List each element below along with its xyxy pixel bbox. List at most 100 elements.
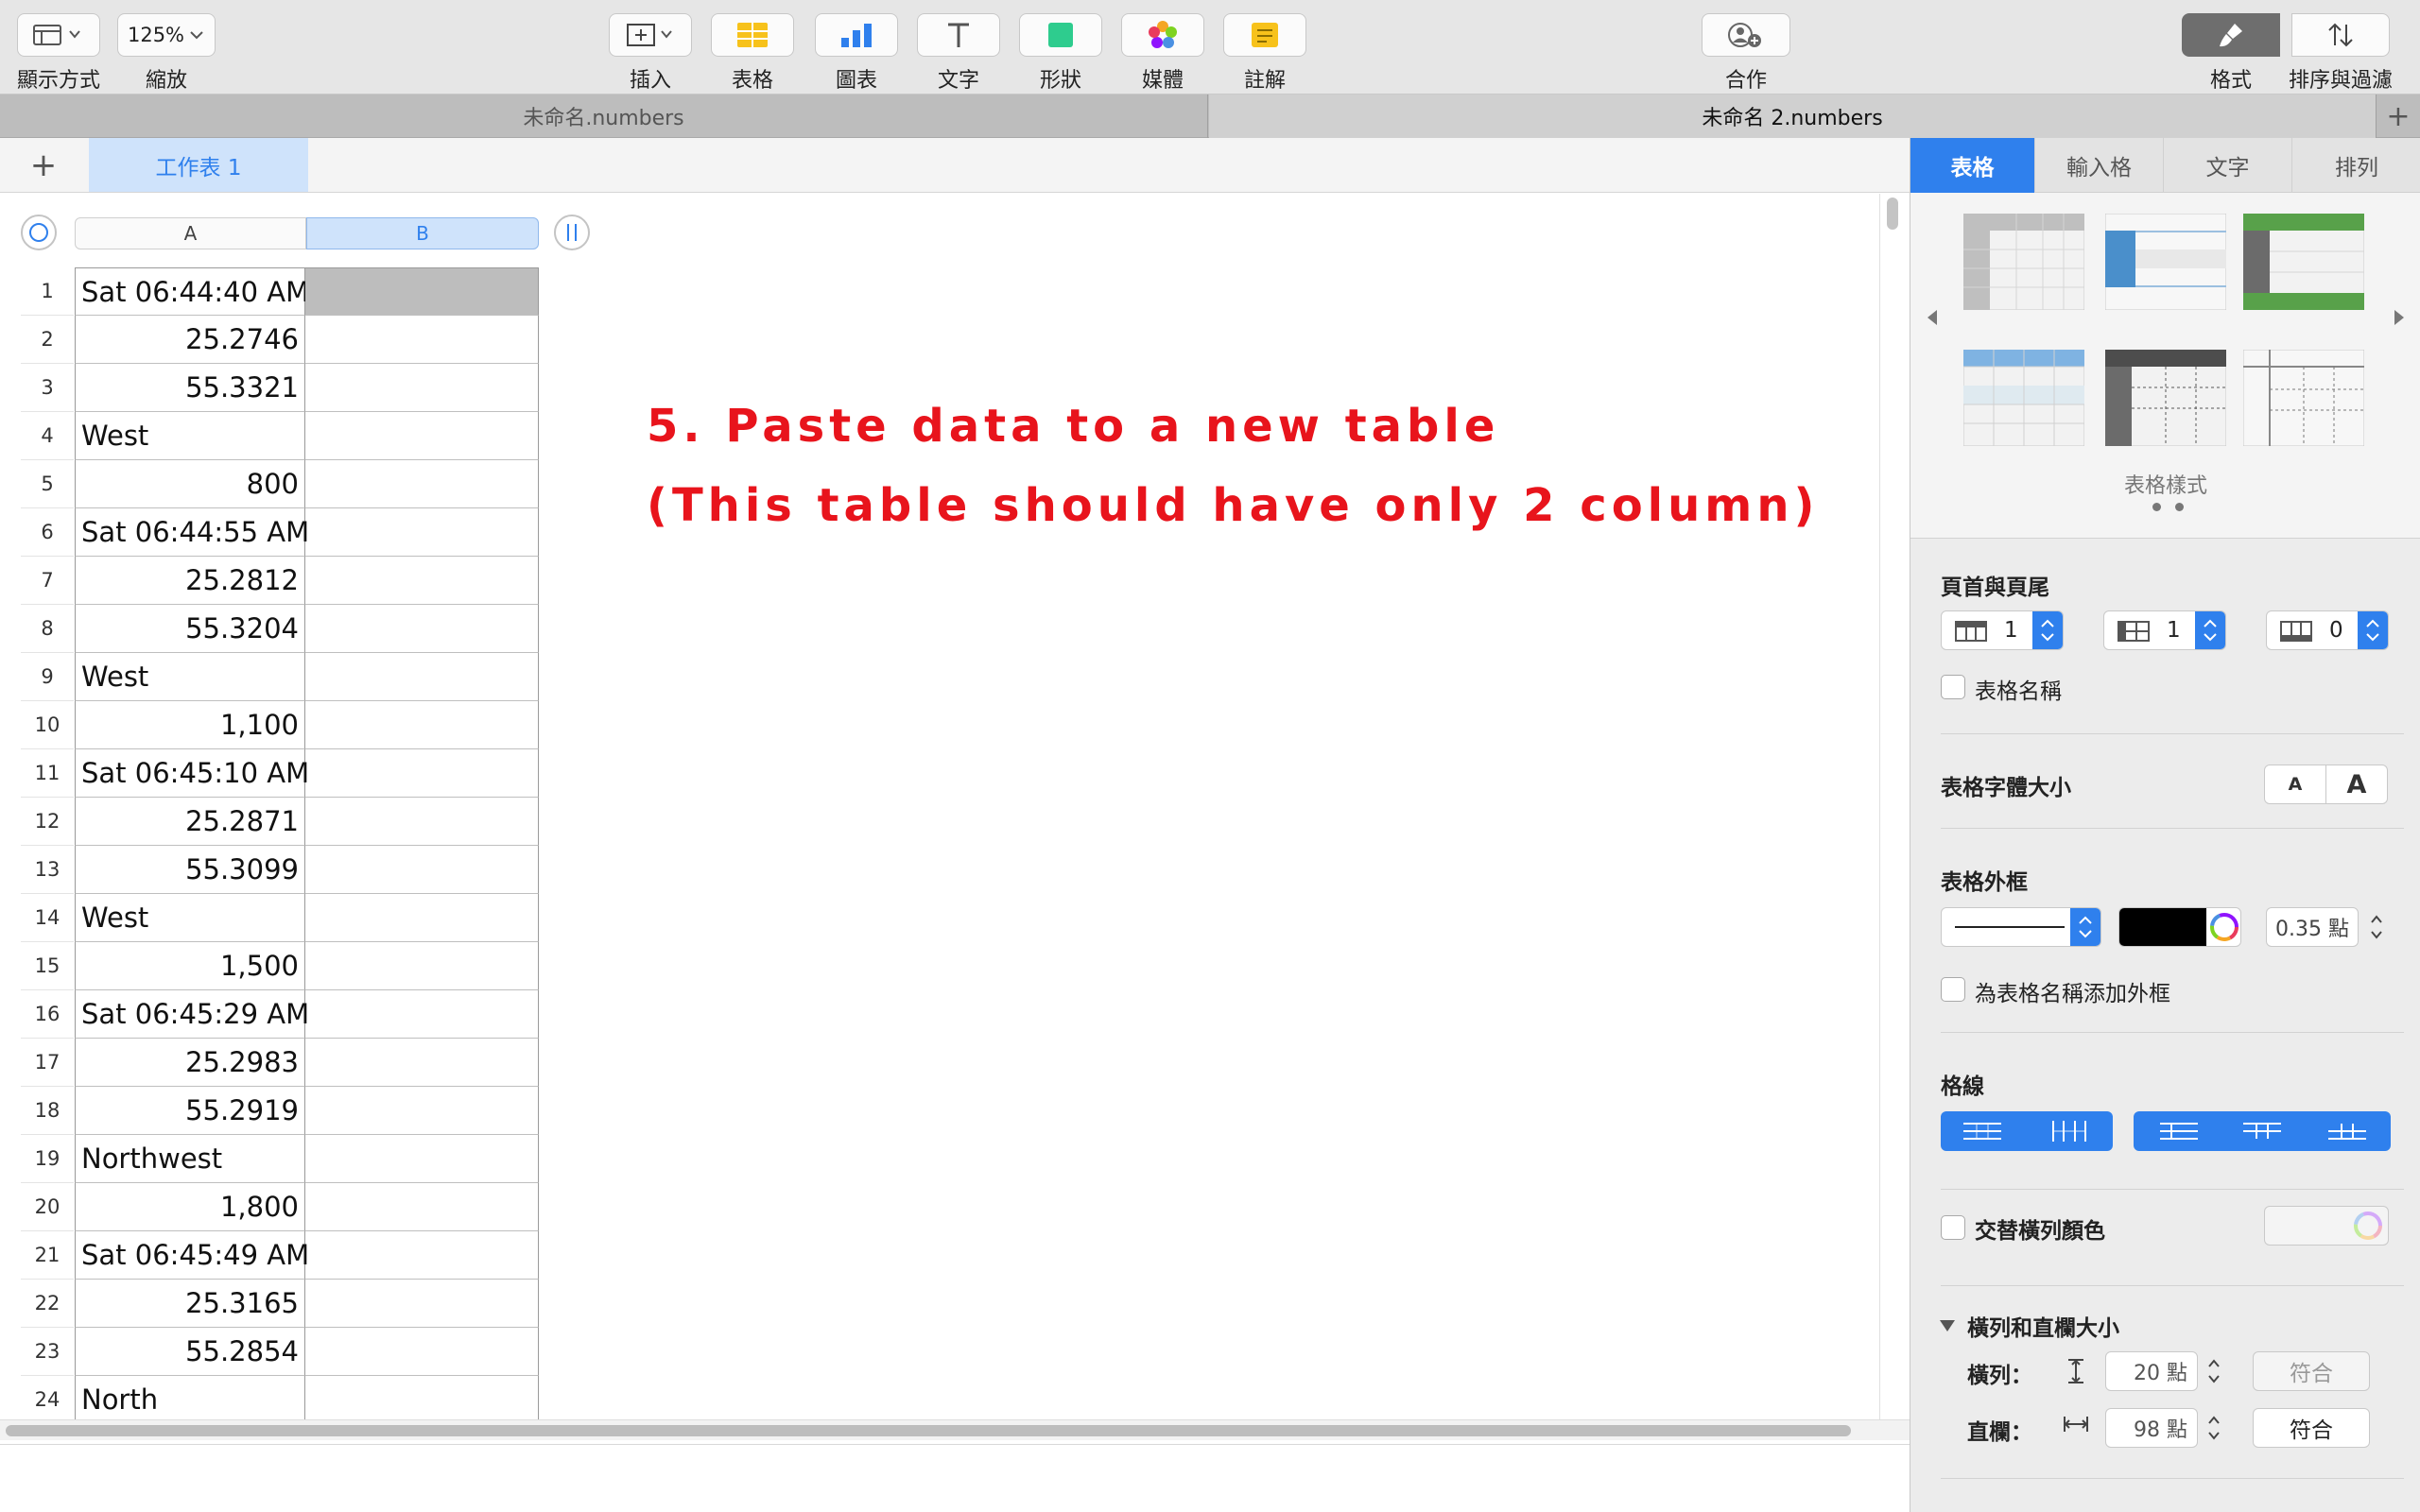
fit-row-button[interactable]: 符合 (2253, 1351, 2370, 1391)
cell-a[interactable]: 55.2854 (75, 1328, 305, 1376)
row-number[interactable]: 11 (21, 749, 74, 798)
cell-b[interactable] (305, 798, 539, 846)
table-style-3-icon[interactable] (2243, 214, 2364, 310)
row-number[interactable]: 22 (21, 1280, 74, 1328)
vertical-scrollbar[interactable] (1887, 198, 1898, 230)
row-number[interactable]: 3 (21, 364, 74, 412)
cell-a[interactable]: Sat 06:45:29 AM (75, 990, 309, 1039)
larger-font-button[interactable]: A (2325, 765, 2388, 804)
row-number[interactable]: 12 (21, 798, 74, 846)
outline-name-checkbox[interactable] (1941, 977, 1965, 1002)
cell-a[interactable]: 25.2812 (75, 557, 305, 605)
column-width-stepper-icon[interactable] (2204, 1408, 2224, 1448)
row-number[interactable]: 19 (21, 1135, 74, 1183)
cell-a[interactable]: Sat 06:45:10 AM (75, 749, 309, 798)
cell-b[interactable] (305, 1280, 539, 1328)
row-height-field[interactable]: 20 點 (2105, 1351, 2198, 1391)
cell-b[interactable] (305, 557, 539, 605)
footer-rows-stepper[interactable]: 0 (2266, 610, 2389, 650)
column-header-a[interactable]: A (75, 217, 306, 249)
cell-a[interactable]: 55.3099 (75, 846, 305, 894)
chart-control[interactable]: 圖表 (815, 13, 898, 94)
header-column-gridlines-icon[interactable] (2243, 1121, 2281, 1142)
alternate-color-well[interactable] (2264, 1206, 2389, 1246)
cell-a[interactable]: West (75, 894, 305, 942)
cell-a[interactable]: Sat 06:44:55 AM (75, 508, 309, 557)
cell-b[interactable] (305, 460, 539, 508)
chart-button[interactable] (815, 13, 898, 57)
cell-b[interactable] (305, 894, 539, 942)
row-number[interactable]: 18 (21, 1087, 74, 1135)
horizontal-scrollbar[interactable] (6, 1425, 1851, 1436)
color-wheel-icon[interactable] (2210, 913, 2238, 941)
column-width-field[interactable]: 98 點 (2105, 1408, 2198, 1448)
table-style-5-icon[interactable] (2105, 350, 2226, 446)
cell-a[interactable]: 25.2746 (75, 316, 305, 364)
add-column-handle-icon[interactable] (552, 213, 592, 252)
zoom-select[interactable]: 125% (117, 13, 216, 57)
table-style-2-icon[interactable] (2105, 214, 2226, 310)
alternate-rows-checkbox[interactable] (1941, 1215, 1965, 1240)
chevron-left-icon[interactable] (1924, 306, 1939, 329)
row-number[interactable]: 5 (21, 460, 74, 508)
insert-control[interactable]: 插入 (609, 13, 692, 94)
cell-b[interactable] (305, 942, 539, 990)
cell-a[interactable]: 1,100 (75, 701, 305, 749)
cell-a[interactable]: North (75, 1376, 305, 1424)
inspector-tab-arrange[interactable]: 排列 (2292, 138, 2420, 193)
row-number[interactable]: 16 (21, 990, 74, 1039)
cell-a[interactable]: West (75, 653, 305, 701)
insert-button[interactable] (609, 13, 692, 57)
header-rows-stepper[interactable]: 1 (1941, 610, 2064, 650)
row-number[interactable]: 2 (21, 316, 74, 364)
cell-a[interactable]: 25.2871 (75, 798, 305, 846)
row-number[interactable]: 7 (21, 557, 74, 605)
table-style-6-icon[interactable] (2243, 350, 2364, 446)
vertical-gridlines-icon[interactable] (2050, 1121, 2088, 1142)
table-name-checkbox[interactable] (1941, 675, 1965, 699)
table-button[interactable] (711, 13, 794, 57)
outline-width-stepper-icon[interactable] (2366, 907, 2387, 947)
fit-column-button[interactable]: 符合 (2253, 1408, 2370, 1448)
table-control[interactable]: 表格 (711, 13, 794, 94)
inspector-tab-cell[interactable]: 輸入格 (2035, 138, 2164, 193)
cell-a[interactable]: 1,500 (75, 942, 305, 990)
header-rows-arrows[interactable] (2032, 611, 2063, 649)
select-all-table-icon[interactable] (19, 213, 59, 252)
page-dot-2[interactable] (2175, 503, 2184, 511)
cell-b[interactable] (305, 1328, 539, 1376)
shape-button[interactable] (1019, 13, 1102, 57)
row-number[interactable]: 6 (21, 508, 74, 557)
cell-a[interactable]: 25.2983 (75, 1039, 305, 1087)
row-number[interactable]: 9 (21, 653, 74, 701)
cell-a[interactable]: Northwest (75, 1135, 305, 1183)
zoom-control[interactable]: 125% 縮放 (117, 13, 216, 94)
row-number[interactable]: 24 (21, 1376, 74, 1424)
cell-a[interactable]: Sat 06:44:40 AM (75, 267, 309, 316)
format-button[interactable] (2182, 13, 2280, 57)
cell-b[interactable] (305, 653, 539, 701)
outline-style-select[interactable] (1941, 907, 2101, 947)
row-number[interactable]: 21 (21, 1231, 74, 1280)
collaborate-control[interactable]: 合作 (1702, 13, 1790, 94)
row-number[interactable]: 13 (21, 846, 74, 894)
media-button[interactable] (1121, 13, 1204, 57)
outline-style-arrows[interactable] (2070, 908, 2100, 946)
view-control[interactable]: 顯示方式 (15, 13, 102, 94)
text-control[interactable]: 文字 (917, 13, 1000, 94)
sheet-tab-1[interactable]: 工作表 1 (89, 138, 308, 192)
outline-color-well[interactable] (2118, 907, 2241, 947)
cell-b[interactable] (305, 316, 539, 364)
smaller-font-button[interactable]: A (2264, 765, 2326, 804)
cell-b[interactable] (305, 1087, 539, 1135)
comment-button[interactable] (1223, 13, 1306, 57)
cell-b[interactable] (305, 1039, 539, 1087)
cell-b[interactable] (305, 1231, 539, 1280)
header-columns-arrows[interactable] (2195, 611, 2225, 649)
new-tab-button[interactable]: + (2376, 94, 2420, 138)
shape-control[interactable]: 形狀 (1019, 13, 1102, 94)
header-columns-stepper[interactable]: 1 (2103, 610, 2226, 650)
add-sheet-button[interactable]: + (17, 146, 70, 185)
sheet-canvas[interactable]: A B 1 Sat 06:44:40 AM 2 25.2746 3 55.3321 4 Wes… (0, 194, 1910, 1441)
outline-width-field[interactable]: 0.35 點 (2266, 907, 2359, 947)
